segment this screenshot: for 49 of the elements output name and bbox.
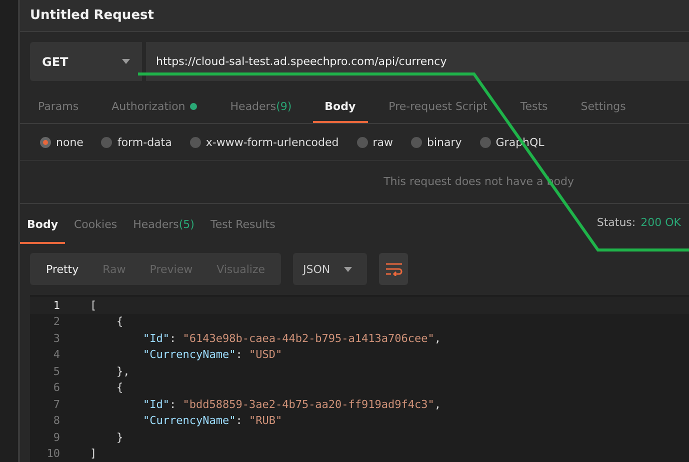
code-line: "CurrencyName": "USD"	[142, 348, 282, 362]
status-label: Status:	[596, 216, 636, 229]
code-line: "Id": "6143e98b-caea-44b2-b795-a1413a706cee",	[142, 332, 442, 345]
radio-icon[interactable]	[101, 136, 112, 148]
code-line: "CurrencyName": "RUB"	[142, 414, 282, 428]
line-number: 7	[52, 398, 60, 411]
status-value: 200 OK	[640, 216, 681, 229]
wrap-lines-icon	[384, 262, 403, 276]
radio-label[interactable]: binary	[426, 136, 462, 149]
body-type-option[interactable]: raw	[356, 136, 393, 149]
line-number: 2	[52, 315, 60, 328]
code-line: {	[115, 315, 124, 328]
request-tab[interactable]: Headers(9)	[218, 91, 304, 124]
view-mode-button[interactable]: Pretty	[34, 253, 91, 286]
line-number: 10	[46, 447, 60, 460]
radio-icon[interactable]	[40, 136, 51, 148]
body-type-option[interactable]: form-data	[101, 136, 172, 149]
wrap-lines-button[interactable]	[379, 253, 408, 286]
response-tab[interactable]: Body	[20, 206, 65, 244]
code-line: [	[90, 298, 97, 312]
line-number: 4	[52, 348, 60, 362]
line-number: 1	[52, 298, 60, 312]
method-dropdown[interactable]: GET	[30, 42, 142, 82]
caret-icon	[344, 266, 352, 272]
line-number: 3	[52, 332, 60, 345]
radio-icon[interactable]	[410, 136, 422, 148]
format-dropdown[interactable]: JSON	[293, 253, 368, 286]
request-tab[interactable]: Body	[312, 91, 368, 124]
line-number: 8	[52, 414, 60, 428]
code-line: ]	[90, 447, 97, 460]
request-title: Untitled Request	[30, 8, 154, 23]
response-tab[interactable]: Headers(5)	[126, 206, 202, 244]
code-line: },	[115, 364, 130, 378]
radio-icon[interactable]	[480, 136, 491, 148]
line-number: 6	[52, 381, 60, 394]
code-line: }	[115, 430, 124, 444]
body-type-option[interactable]: none	[40, 136, 84, 149]
body-type-option[interactable]: binary	[410, 136, 462, 149]
line-number: 5	[52, 364, 60, 378]
radio-icon[interactable]	[190, 136, 201, 148]
code-line: {	[115, 381, 124, 394]
url-field[interactable]: https://cloud-sal-test.ad.speechpro.com/api/currency	[146, 42, 689, 82]
caret-icon	[122, 59, 130, 64]
radio-icon[interactable]	[356, 136, 368, 148]
radio-label[interactable]: none	[56, 136, 84, 149]
radio-label[interactable]: form-data	[117, 136, 172, 149]
line-number: 9	[52, 430, 60, 444]
code-line: "Id": "bdd58859-3ae2-4b75-aa20-ff919ad9f4c3",	[142, 398, 442, 411]
radio-label[interactable]: raw	[372, 136, 393, 149]
